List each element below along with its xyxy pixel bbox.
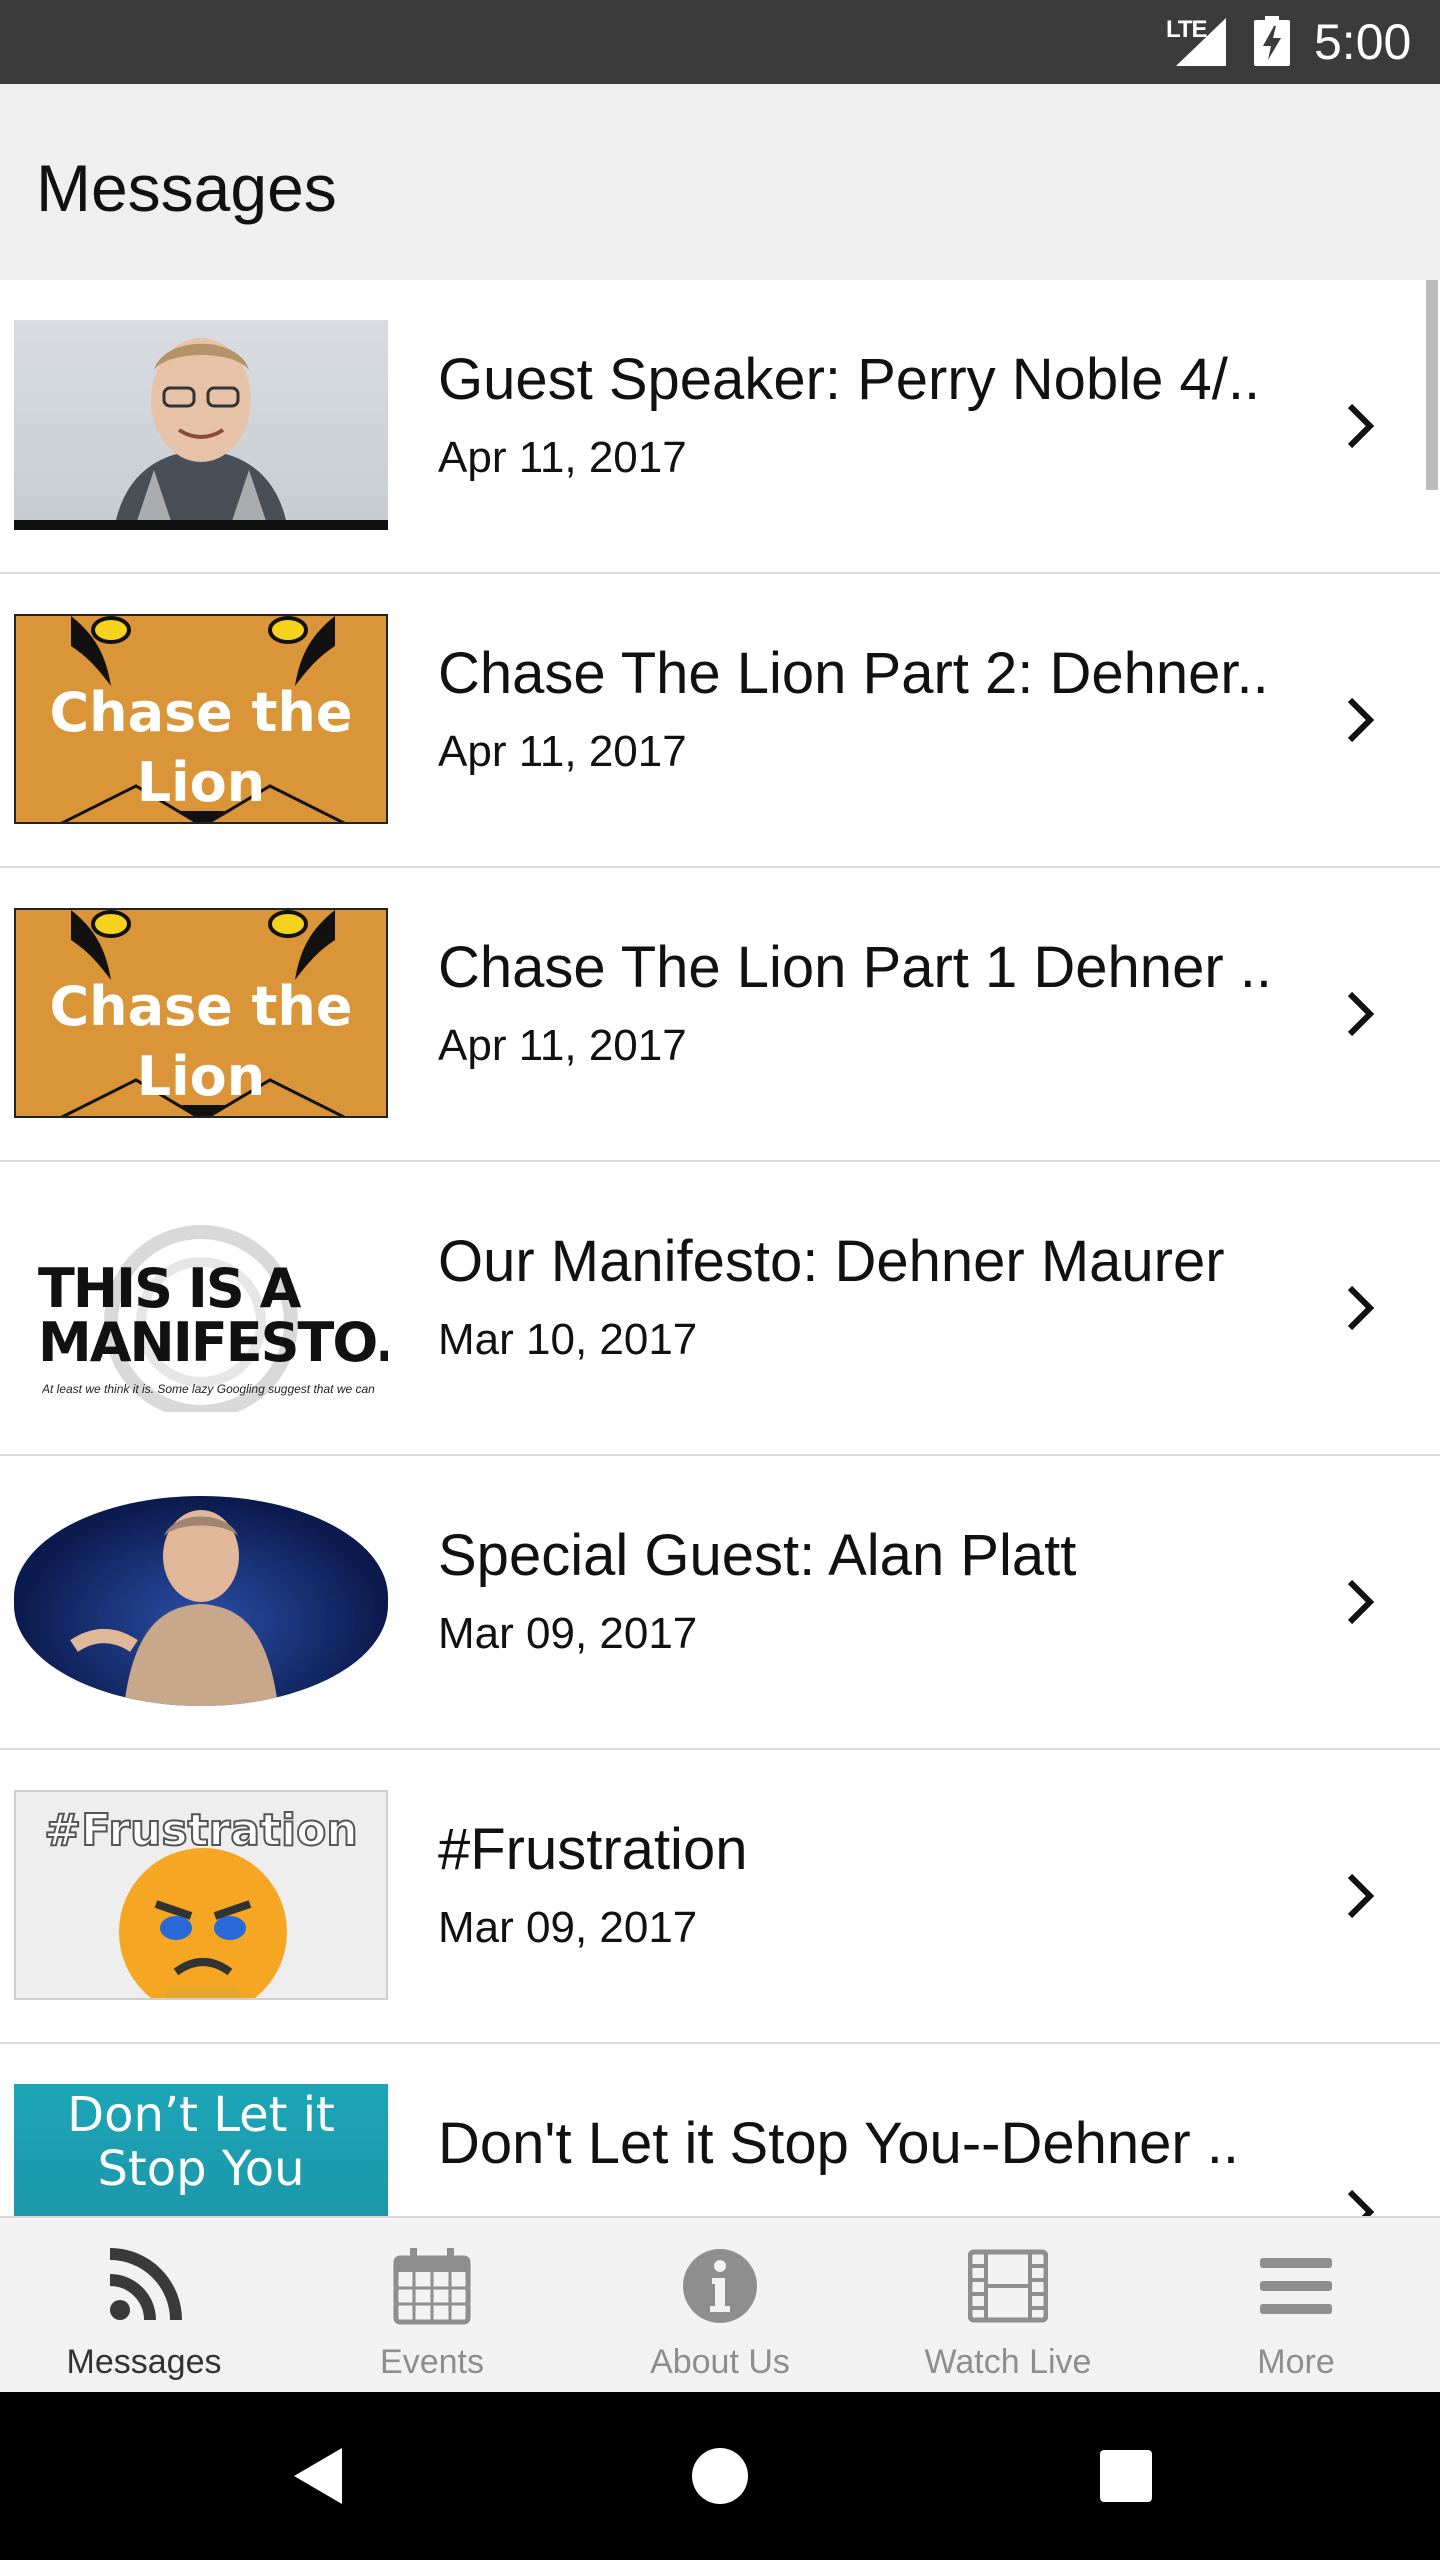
info-icon: [683, 2249, 757, 2323]
message-row[interactable]: Chase the Lion Chase The Lion Part 2: De…: [0, 574, 1440, 868]
recents-icon[interactable]: [1076, 2426, 1176, 2526]
chevron-right-icon: [1347, 697, 1375, 743]
chevron-right-icon: [1347, 403, 1375, 449]
nav-more[interactable]: More: [1152, 2218, 1440, 2394]
back-icon[interactable]: [268, 2426, 368, 2526]
thumbnail-text: Stop You: [97, 2141, 305, 2197]
battery-charging-icon: [1254, 16, 1290, 66]
nav-events[interactable]: Events: [288, 2218, 576, 2394]
message-row[interactable]: Special Guest: Alan Platt Mar 09, 2017: [0, 1456, 1440, 1750]
message-row[interactable]: Guest Speaker: Perry Noble 4/.. Apr 11, …: [0, 280, 1440, 574]
nav-messages[interactable]: Messages: [0, 2218, 288, 2394]
bottom-navigation: Messages Events About Us Watch Live More: [0, 2216, 1440, 2392]
message-list[interactable]: Guest Speaker: Perry Noble 4/.. Apr 11, …: [0, 280, 1440, 2216]
speaker-photo-icon: [14, 338, 388, 530]
app-bar: Messages: [0, 84, 1440, 280]
nav-about-us[interactable]: About Us: [576, 2218, 864, 2394]
chevron-right-icon: [1347, 991, 1375, 1037]
message-thumbnail: [14, 320, 388, 530]
nav-label: Messages: [66, 2343, 222, 2381]
stage-speaker-photo-icon: [70, 1510, 278, 1706]
rss-icon: [109, 2248, 182, 2321]
thumbnail-text: Chase the: [49, 975, 353, 1038]
message-date: Mar 09, 2017: [438, 1609, 698, 1658]
message-date: Apr 11, 2017: [438, 1021, 687, 1070]
message-title: Don't Let it Stop You--Dehner ..: [438, 2111, 1240, 2176]
nav-label: Events: [380, 2343, 484, 2381]
message-row[interactable]: Chase the Lion Chase The Lion Part 1 Deh…: [0, 868, 1440, 1162]
home-icon[interactable]: [670, 2426, 770, 2526]
chevron-right-icon: [1347, 1285, 1375, 1331]
message-row[interactable]: THIS IS A MANIFESTO. At least we think i…: [0, 1162, 1440, 1456]
message-date: Mar 09, 2017: [438, 1903, 698, 1952]
message-thumbnail: [14, 1496, 388, 1706]
message-thumbnail: Don’t Let it Stop You: [14, 2084, 388, 2216]
message-thumbnail: Chase the Lion: [14, 614, 388, 824]
thumbnail-text: Don’t Let it: [67, 2087, 335, 2143]
thumbnail-text: THIS IS A: [38, 1257, 301, 1320]
nav-label: About Us: [650, 2343, 790, 2381]
thumbnail-text: Lion: [136, 1045, 266, 1108]
message-thumbnail: THIS IS A MANIFESTO. At least we think i…: [14, 1202, 388, 1412]
message-date: Mar 10, 2017: [438, 1315, 698, 1364]
message-date: Apr 11, 2017: [438, 727, 687, 776]
system-navigation-bar: [0, 2392, 1440, 2560]
thumbnail-text: Chase the: [49, 681, 353, 744]
angry-face-icon: [119, 1848, 287, 1998]
chevron-right-icon: [1347, 1873, 1375, 1919]
message-title: Chase The Lion Part 1 Dehner ..: [438, 935, 1272, 1000]
nav-label: Watch Live: [924, 2343, 1092, 2381]
menu-icon: [1260, 2258, 1332, 2314]
chevron-right-icon: [1347, 2189, 1375, 2216]
message-title: Special Guest: Alan Platt: [438, 1523, 1077, 1588]
thumbnail-text: MANIFESTO.: [38, 1311, 388, 1374]
clock: 5:00: [1314, 14, 1412, 70]
message-row[interactable]: Don’t Let it Stop You Don't Let it Stop …: [0, 2044, 1440, 2216]
message-title: #Frustration: [438, 1817, 748, 1882]
message-title: Guest Speaker: Perry Noble 4/..: [438, 347, 1261, 412]
message-date: Apr 11, 2017: [438, 433, 687, 482]
thumbnail-caption: At least we think it is. Some lazy Googl…: [42, 1382, 375, 1396]
message-row[interactable]: #Frustration #Frustration Mar 09, 2017: [0, 1750, 1440, 2044]
calendar-icon: [393, 2248, 471, 2325]
thumbnail-text: Lion: [136, 751, 266, 814]
message-title: Chase The Lion Part 2: Dehner..: [438, 641, 1269, 706]
film-icon: [968, 2249, 1048, 2323]
signal-icon: [1176, 18, 1226, 66]
message-thumbnail: #Frustration: [14, 1790, 388, 2000]
status-bar: LTE 5:00: [0, 0, 1440, 84]
chevron-right-icon: [1347, 1579, 1375, 1625]
message-thumbnail: Chase the Lion: [14, 908, 388, 1118]
nav-watch-live[interactable]: Watch Live: [864, 2218, 1152, 2394]
nav-label: More: [1257, 2343, 1335, 2381]
message-title: Our Manifesto: Dehner Maurer: [438, 1229, 1225, 1294]
page-title: Messages: [36, 151, 337, 225]
